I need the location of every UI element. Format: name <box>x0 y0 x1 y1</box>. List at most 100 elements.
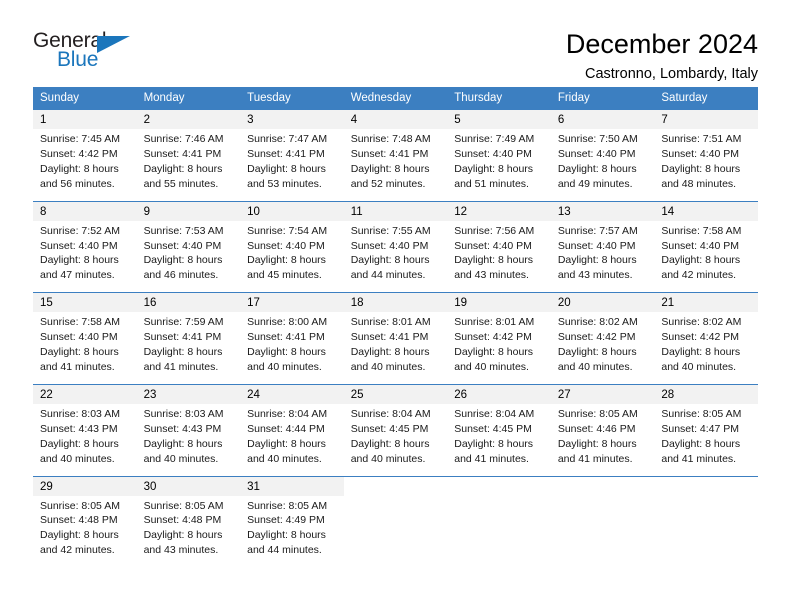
day-cell: Sunrise: 7:56 AM Sunset: 4:40 PM Dayligh… <box>447 220 551 293</box>
day-cell: Sunrise: 7:54 AM Sunset: 4:40 PM Dayligh… <box>240 220 344 293</box>
day-number: 15 <box>33 292 137 313</box>
sunrise-text: Sunrise: 8:05 AM <box>247 499 328 512</box>
sunset-text: Sunset: 4:41 PM <box>247 147 325 160</box>
week-row-daynumbers: 22 23 24 25 26 27 28 <box>33 383 758 404</box>
daylight-text-line2: and 42 minutes. <box>40 544 115 557</box>
day-number: 16 <box>136 292 241 313</box>
day-cell: Sunrise: 8:01 AM Sunset: 4:41 PM Dayligh… <box>343 312 448 385</box>
sunrise-text: Sunrise: 8:01 AM <box>350 316 431 329</box>
daylight-text-line2: and 41 minutes. <box>454 452 529 465</box>
day-number: 11 <box>343 200 448 221</box>
day-cell: Sunrise: 8:05 AM Sunset: 4:48 PM Dayligh… <box>33 495 137 568</box>
daylight-text-line2: and 49 minutes. <box>557 177 633 190</box>
daylight-text-line2: and 40 minutes. <box>661 360 737 373</box>
day-cell: Sunrise: 7:53 AM Sunset: 4:40 PM Dayligh… <box>136 220 241 293</box>
daylight-text-line1: Daylight: 8 hours <box>454 162 534 175</box>
daylight-text-line1: Daylight: 8 hours <box>350 437 430 450</box>
sunset-text: Sunset: 4:40 PM <box>143 239 222 252</box>
sunrise-text: Sunrise: 8:05 AM <box>557 407 638 420</box>
daylight-text-line1: Daylight: 8 hours <box>247 346 326 359</box>
calendar-body: 1 2 3 4 5 6 7 Sunrise: 7:45 AM Sunset: 4… <box>33 109 758 568</box>
logo-text-blue: Blue <box>57 48 99 71</box>
day-cell: Sunrise: 7:51 AM Sunset: 4:40 PM Dayligh… <box>654 129 758 202</box>
daylight-text-line1: Daylight: 8 hours <box>247 437 326 450</box>
day-number: 19 <box>447 292 551 313</box>
sunset-text: Sunset: 4:46 PM <box>557 422 636 435</box>
sunrise-text: Sunrise: 7:47 AM <box>247 133 328 145</box>
sunset-text: Sunset: 4:44 PM <box>247 422 325 435</box>
daylight-text-line1: Daylight: 8 hours <box>557 162 637 175</box>
day-number: 1 <box>33 109 137 129</box>
daylight-text-line2: and 40 minutes. <box>143 452 219 465</box>
sunset-text: Sunset: 4:40 PM <box>661 239 740 252</box>
sunrise-text: Sunrise: 8:05 AM <box>40 499 120 512</box>
sunrise-text: Sunrise: 7:58 AM <box>661 224 742 237</box>
sunset-text: Sunset: 4:41 PM <box>350 331 429 344</box>
sunset-text: Sunset: 4:48 PM <box>143 514 222 527</box>
daylight-text-line1: Daylight: 8 hours <box>454 437 534 450</box>
daylight-text-line1: Daylight: 8 hours <box>247 254 326 267</box>
daylight-text-line2: and 45 minutes. <box>247 269 322 282</box>
day-number: 22 <box>33 383 137 404</box>
day-cell: Sunrise: 8:05 AM Sunset: 4:46 PM Dayligh… <box>550 403 655 476</box>
day-cell: Sunrise: 7:50 AM Sunset: 4:40 PM Dayligh… <box>550 129 655 202</box>
daylight-text-line1: Daylight: 8 hours <box>247 529 326 542</box>
week-row-daynumbers: 8 9 10 11 12 13 14 <box>33 200 758 221</box>
sunset-text: Sunset: 4:43 PM <box>143 422 222 435</box>
sunset-text: Sunset: 4:42 PM <box>40 147 118 160</box>
day-cell: Sunrise: 7:49 AM Sunset: 4:40 PM Dayligh… <box>447 129 551 202</box>
sunset-text: Sunset: 4:41 PM <box>247 331 325 344</box>
week-row-daynumbers: 15 16 17 18 19 20 21 <box>33 292 758 313</box>
sunset-text: Sunset: 4:45 PM <box>454 422 532 435</box>
daylight-text-line2: and 40 minutes. <box>454 360 529 373</box>
day-cell: Sunrise: 7:58 AM Sunset: 4:40 PM Dayligh… <box>654 220 758 293</box>
daylight-text-line1: Daylight: 8 hours <box>350 254 430 267</box>
day-cell: Sunrise: 8:02 AM Sunset: 4:42 PM Dayligh… <box>550 312 655 385</box>
daylight-text-line1: Daylight: 8 hours <box>143 346 223 359</box>
daylight-text-line2: and 52 minutes. <box>350 177 426 190</box>
daylight-text-line1: Daylight: 8 hours <box>557 346 637 359</box>
daylight-text-line1: Daylight: 8 hours <box>40 162 119 175</box>
day-cell: Sunrise: 8:04 AM Sunset: 4:44 PM Dayligh… <box>240 403 344 476</box>
day-number-empty <box>550 475 655 496</box>
daylight-text-line2: and 48 minutes. <box>661 177 737 190</box>
daylight-text-line1: Daylight: 8 hours <box>454 346 534 359</box>
sunset-text: Sunset: 4:42 PM <box>557 331 636 344</box>
daylight-text-line1: Daylight: 8 hours <box>143 437 223 450</box>
day-cell: Sunrise: 7:52 AM Sunset: 4:40 PM Dayligh… <box>33 220 137 293</box>
sunrise-text: Sunrise: 8:02 AM <box>661 316 742 329</box>
sunset-text: Sunset: 4:45 PM <box>350 422 429 435</box>
daylight-text-line1: Daylight: 8 hours <box>350 346 430 359</box>
daylight-text-line2: and 51 minutes. <box>454 177 529 190</box>
daylight-text-line2: and 47 minutes. <box>40 269 115 282</box>
week-row-details: Sunrise: 8:05 AM Sunset: 4:48 PM Dayligh… <box>33 495 758 568</box>
daylight-text-line2: and 42 minutes. <box>661 269 737 282</box>
sunrise-text: Sunrise: 7:56 AM <box>454 224 535 237</box>
day-number: 8 <box>33 200 137 221</box>
sunset-text: Sunset: 4:41 PM <box>350 147 429 160</box>
day-number: 12 <box>447 200 551 221</box>
day-cell: Sunrise: 8:00 AM Sunset: 4:41 PM Dayligh… <box>240 312 344 385</box>
daylight-text-line2: and 46 minutes. <box>143 269 219 282</box>
sunset-text: Sunset: 4:40 PM <box>557 147 636 160</box>
sunrise-text: Sunrise: 8:05 AM <box>661 407 742 420</box>
day-number: 7 <box>654 109 758 129</box>
weekday-header-monday: Monday <box>136 87 241 110</box>
weekday-header-tuesday: Tuesday <box>240 87 344 110</box>
daylight-text-line1: Daylight: 8 hours <box>557 437 637 450</box>
sunset-text: Sunset: 4:47 PM <box>661 422 740 435</box>
sunset-text: Sunset: 4:40 PM <box>350 239 429 252</box>
day-number: 31 <box>240 475 344 496</box>
sunrise-text: Sunrise: 7:46 AM <box>143 133 224 145</box>
daylight-text-line1: Daylight: 8 hours <box>40 529 119 542</box>
week-row-details: Sunrise: 7:52 AM Sunset: 4:40 PM Dayligh… <box>33 220 758 293</box>
day-cell-empty <box>447 495 551 568</box>
sunset-text: Sunset: 4:40 PM <box>40 239 118 252</box>
sunrise-text: Sunrise: 8:02 AM <box>557 316 638 329</box>
day-number: 2 <box>136 109 241 129</box>
weekday-header-sunday: Sunday <box>33 87 137 110</box>
sunrise-text: Sunrise: 7:51 AM <box>661 133 742 145</box>
daylight-text-line2: and 41 minutes. <box>143 360 219 373</box>
daylight-text-line2: and 43 minutes. <box>557 269 633 282</box>
sunrise-text: Sunrise: 7:55 AM <box>350 224 431 237</box>
